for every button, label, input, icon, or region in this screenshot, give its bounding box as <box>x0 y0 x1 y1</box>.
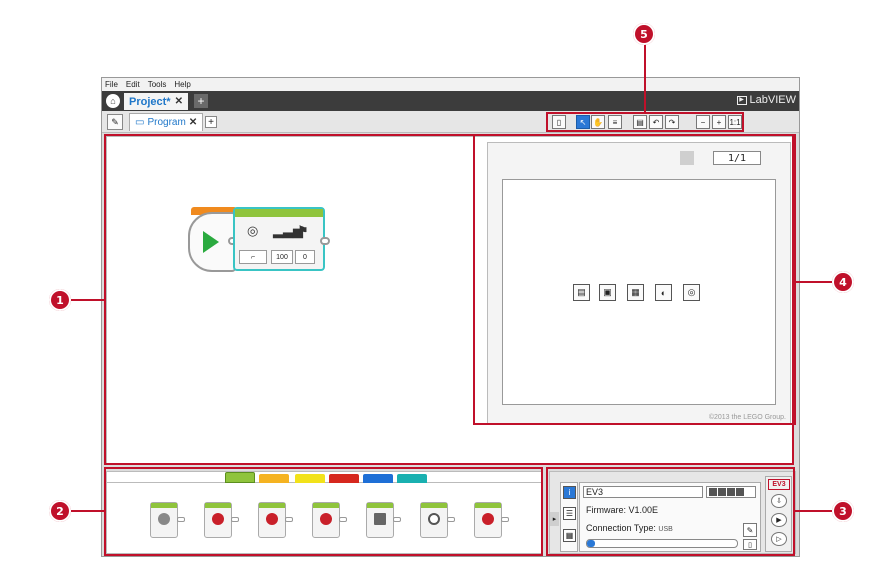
menu-edit[interactable]: Edit <box>126 80 140 89</box>
callout-box-content-editor <box>473 134 796 425</box>
callout-line <box>71 510 104 512</box>
menu-tools[interactable]: Tools <box>148 80 167 89</box>
close-icon[interactable]: ✕ <box>175 96 183 107</box>
callout-box-toolbar <box>546 112 744 132</box>
labview-icon: ▶ <box>736 95 747 105</box>
callout-line <box>796 281 832 283</box>
labview-logo: ▶ LabVIEW <box>736 94 796 106</box>
menu-bar: File Edit Tools Help <box>102 78 799 91</box>
program-tab-icon: ▭ <box>135 117 145 128</box>
callout-badge-3: 3 <box>832 500 854 522</box>
callout-line <box>71 299 104 301</box>
program-tab[interactable]: ▭ Program ✕ <box>129 113 204 131</box>
project-bar: ⌂ Project* ✕ + ▶ LabVIEW <box>102 91 799 111</box>
callout-badge-5: 5 <box>633 23 655 45</box>
callout-badge-2: 2 <box>49 500 71 522</box>
callout-badge-1: 1 <box>49 289 71 311</box>
callout-box-hardware <box>546 467 795 556</box>
callout-line <box>644 44 646 112</box>
add-project-button[interactable]: + <box>194 94 208 108</box>
program-tab-label: Program <box>147 117 186 128</box>
add-program-button[interactable]: + <box>205 116 217 128</box>
callout-box-palettes <box>104 467 543 556</box>
wrench-icon[interactable]: ✎ <box>107 114 123 130</box>
menu-file[interactable]: File <box>105 80 118 89</box>
project-tab-label: Project* <box>129 95 171 108</box>
menu-help[interactable]: Help <box>174 80 190 89</box>
home-icon[interactable]: ⌂ <box>106 94 120 108</box>
labview-label: LabVIEW <box>749 94 796 106</box>
callout-line <box>795 510 832 512</box>
close-icon[interactable]: ✕ <box>189 117 197 128</box>
project-tab[interactable]: Project* ✕ <box>124 93 188 110</box>
callout-badge-4: 4 <box>832 271 854 293</box>
